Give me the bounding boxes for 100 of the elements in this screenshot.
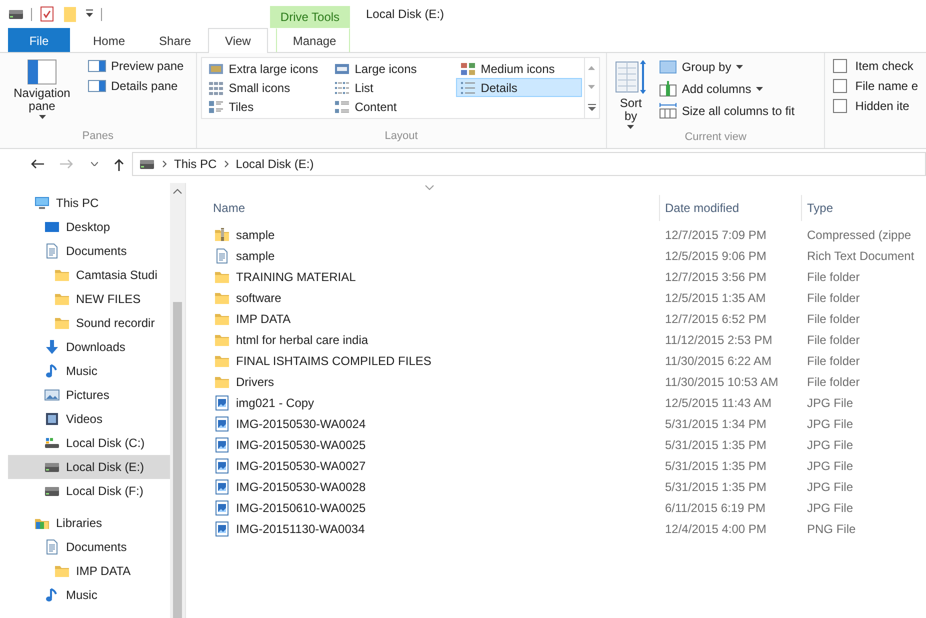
back-arrow-icon[interactable] — [30, 159, 44, 169]
date-modified: 12/4/2015 4:00 PM — [665, 522, 768, 536]
document-icon — [44, 243, 60, 259]
ribbon-tab[interactable]: Home — [76, 28, 142, 52]
image-file-icon — [214, 520, 230, 536]
nav-item[interactable]: Libraries — [8, 511, 170, 535]
checkbox[interactable] — [833, 79, 848, 93]
layout-option[interactable]: Tiles — [204, 97, 330, 116]
layout-option[interactable]: Details — [456, 78, 582, 97]
column-header[interactable]: Date modified — [659, 195, 807, 221]
recent-caret-icon[interactable] — [90, 162, 98, 166]
group-label: Current view — [684, 131, 748, 145]
address-bar[interactable]: This PC Local Disk (E:) — [132, 152, 926, 176]
nav-item[interactable]: Music — [8, 359, 170, 383]
nav-item[interactable]: Documents — [8, 239, 170, 263]
layout-option[interactable]: List — [330, 78, 456, 97]
file-name[interactable]: sample — [236, 228, 275, 242]
nav-item[interactable]: IMP DATA — [8, 559, 170, 583]
checkbox[interactable] — [833, 99, 848, 113]
image-file-icon — [214, 478, 230, 494]
pane-button[interactable]: Details pane — [84, 77, 188, 95]
nav-item[interactable]: Pictures — [8, 383, 170, 407]
file-name[interactable]: FINAL ISHTAIMS COMPILED FILES — [236, 354, 432, 368]
file-name[interactable]: IMG-20151130-WA0034 — [236, 522, 365, 536]
file-name[interactable]: Drivers — [236, 374, 274, 388]
file-name[interactable]: IMG-20150530-WA0027 — [236, 458, 366, 472]
breadcrumb[interactable]: This PC — [174, 157, 217, 171]
date-modified: 5/31/2015 1:35 PM — [665, 480, 768, 494]
file-type: File folder — [807, 312, 861, 326]
layout-option[interactable]: Large icons — [330, 59, 456, 78]
up-arrow-icon[interactable] — [114, 158, 124, 170]
nav-item[interactable]: NEW FILES — [8, 287, 170, 311]
nav-item[interactable]: Local Disk (E:) — [8, 455, 170, 479]
view-mode-icon — [460, 80, 476, 96]
film-icon — [44, 411, 60, 427]
more-icon[interactable] — [588, 104, 596, 110]
date-modified: 11/12/2015 2:53 PM — [665, 332, 774, 346]
pane-icon — [88, 60, 106, 72]
nav-item[interactable]: Downloads — [8, 335, 170, 359]
pane-button[interactable]: Preview pane — [84, 57, 188, 75]
nav-item[interactable]: Desktop — [8, 215, 170, 239]
navigation-pane-button[interactable]: Navigation pane — [4, 57, 80, 130]
file-menu-tab[interactable]: File — [8, 28, 70, 52]
file-type: JPG File — [807, 416, 854, 430]
file-type: JPG File — [807, 438, 854, 452]
file-name[interactable]: IMP DATA — [236, 312, 291, 326]
ribbon-tab[interactable]: View — [208, 28, 268, 53]
file-name[interactable]: img021 - Copy — [236, 396, 314, 410]
sort-by-button[interactable]: Sort by — [610, 57, 651, 131]
view-mode-icon — [334, 98, 350, 114]
document-icon — [44, 539, 60, 555]
date-modified: 12/7/2015 3:56 PM — [665, 270, 768, 284]
nav-item[interactable]: Camtasia Studi — [8, 263, 170, 287]
nav-item[interactable]: Local Disk (C:) — [8, 431, 170, 455]
image-file-icon — [214, 394, 230, 410]
view-mode-icon — [208, 98, 224, 114]
file-name[interactable]: IMG-20150530-WA0028 — [236, 480, 366, 494]
file-name[interactable]: IMG-20150530-WA0025 — [236, 438, 366, 452]
layout-option[interactable]: Small icons — [204, 78, 330, 97]
sort-icon — [614, 59, 647, 95]
column-header[interactable]: Type — [801, 195, 926, 221]
view-option-button[interactable]: Size all columns to fit — [654, 101, 799, 121]
caret-icon — [627, 125, 634, 129]
ribbon-tab[interactable]: Manage — [276, 28, 350, 52]
file-name[interactable]: TRAINING MATERIAL — [236, 270, 356, 284]
file-name[interactable]: sample — [236, 248, 275, 262]
breadcrumb[interactable]: Local Disk (E:) — [236, 157, 314, 171]
file-type: Rich Text Document — [807, 248, 916, 262]
file-type: JPG File — [807, 458, 854, 472]
drive-icon — [44, 435, 60, 451]
layout-option[interactable]: Extra large icons — [204, 59, 330, 78]
nav-item[interactable]: Videos — [8, 407, 170, 431]
file-name[interactable]: IMG-20150530-WA0024 — [236, 416, 366, 430]
nav-item[interactable]: Music — [8, 583, 170, 607]
pane-icon — [88, 80, 106, 92]
file-type: JPG File — [807, 480, 854, 494]
layout-option[interactable]: Medium icons — [456, 59, 582, 78]
view-option-button[interactable]: Group by — [654, 57, 799, 77]
date-modified: 5/31/2015 1:35 PM — [665, 438, 768, 452]
checkbox[interactable] — [833, 59, 848, 73]
nav-item[interactable]: This PC — [8, 191, 170, 215]
file-type: JPG File — [807, 500, 854, 514]
properties-icon[interactable] — [39, 6, 55, 22]
file-name[interactable]: IMG-20150610-WA0025 — [236, 500, 366, 514]
nav-item[interactable]: Sound recordir — [8, 311, 170, 335]
image-file-icon — [214, 416, 230, 432]
customize-icon[interactable] — [85, 9, 94, 19]
file-type: File folder — [807, 374, 861, 388]
group-label: Layout — [384, 130, 419, 144]
file-name[interactable]: software — [236, 290, 282, 304]
nav-item[interactable]: Local Disk (F:) — [8, 479, 170, 503]
file-name[interactable]: html for herbal care india — [236, 332, 368, 346]
layout-option[interactable]: Content — [330, 97, 456, 116]
scroll-up-icon[interactable] — [173, 189, 182, 194]
nav-item[interactable]: Documents — [8, 535, 170, 559]
date-modified: 5/31/2015 1:34 PM — [665, 416, 768, 430]
ribbon-tab[interactable]: Share — [142, 28, 208, 52]
date-modified: 11/30/2015 10:53 AM — [665, 374, 780, 388]
scrollbar-thumb[interactable] — [173, 302, 182, 618]
view-option-button[interactable]: Add columns — [654, 79, 799, 99]
